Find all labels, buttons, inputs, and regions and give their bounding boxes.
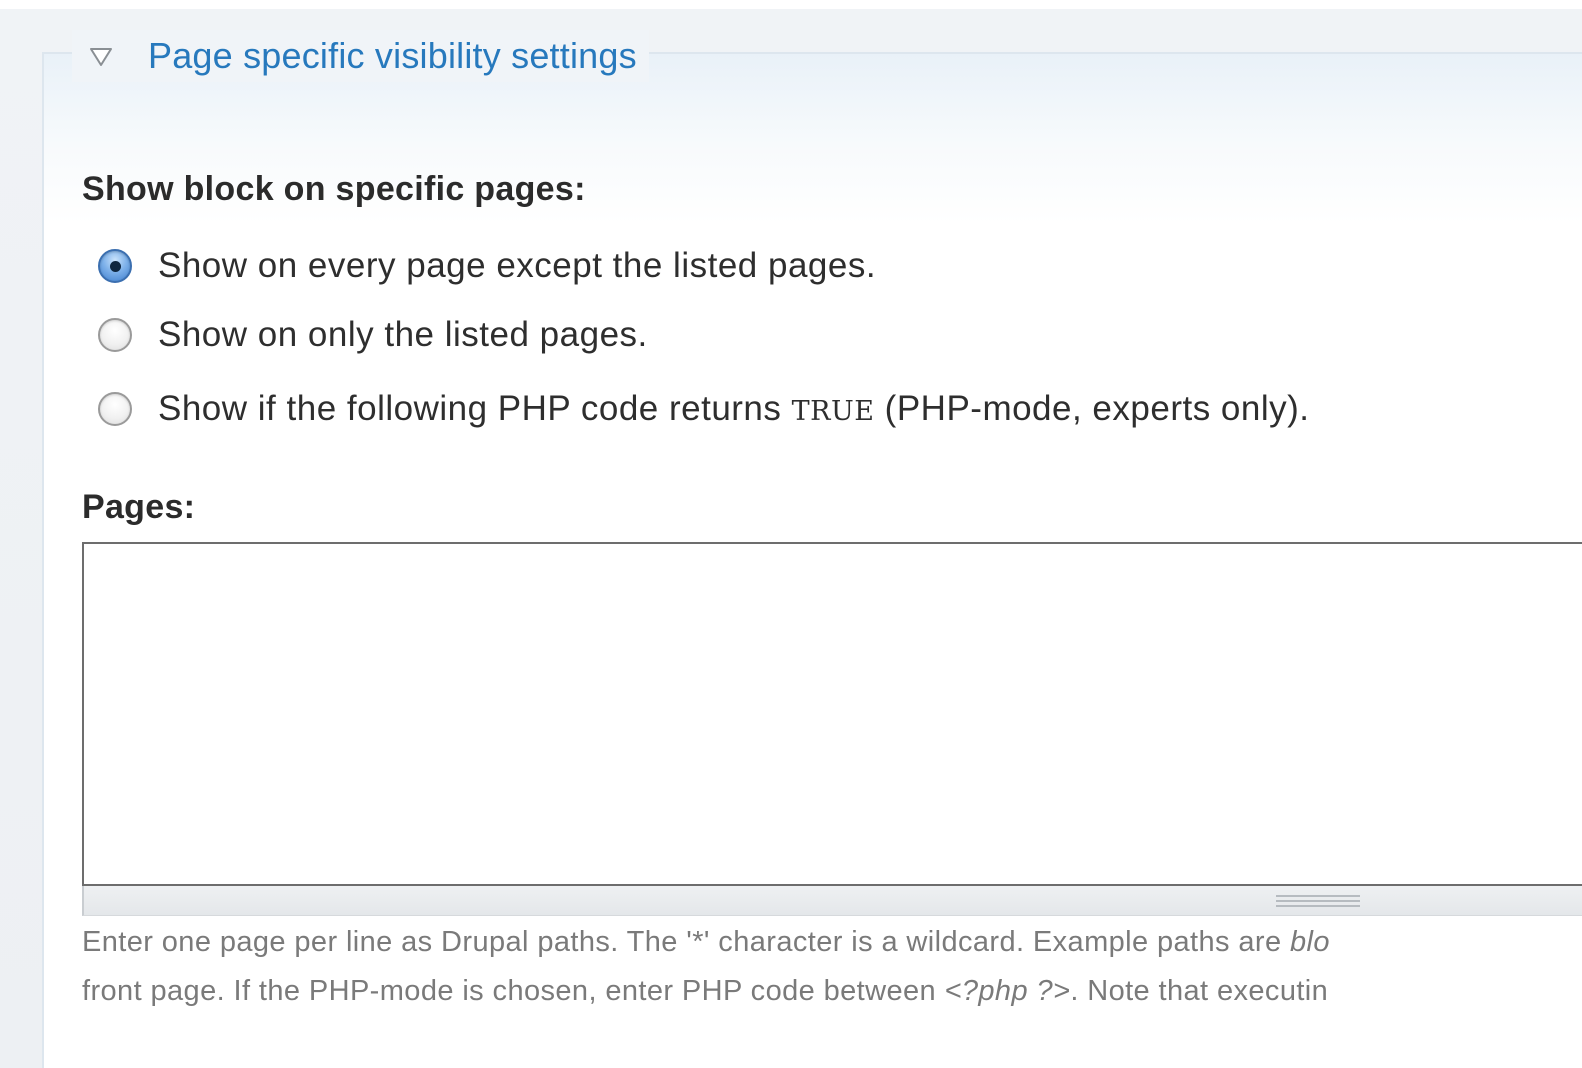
radio-label-before: Show if the following PHP code returns [158, 389, 792, 428]
radio-option-only-listed[interactable]: Show on only the listed pages. [98, 315, 648, 355]
resize-handle[interactable] [82, 886, 1582, 916]
pages-textarea[interactable] [82, 542, 1582, 886]
fieldset-legend[interactable]: Page specific visibility settings [72, 30, 649, 82]
radio-label[interactable]: Show on only the listed pages. [158, 315, 648, 355]
triangle-down-icon[interactable] [86, 41, 116, 71]
pages-field [82, 542, 1582, 916]
grip-lines-icon[interactable] [1276, 895, 1360, 907]
radio-option-php-mode[interactable]: Show if the following PHP code returns T… [98, 389, 1310, 429]
page: Page specific visibility settings Show b… [0, 0, 1582, 1068]
description-line-2: front page. If the PHP-mode is chosen, e… [82, 967, 1582, 1016]
top-rule [0, 0, 1582, 9]
description-line-2-text: front page. If the PHP-mode is chosen, e… [82, 975, 945, 1007]
description-line-2-code: <?php ?> [944, 975, 1071, 1007]
radio-label[interactable]: Show on every page except the listed pag… [158, 246, 876, 286]
description-line-1: Enter one page per line as Drupal paths.… [82, 918, 1582, 967]
radio-button-selected[interactable] [98, 249, 132, 283]
pages-label: Pages: [82, 488, 196, 526]
radio-label[interactable]: Show if the following PHP code returns T… [158, 389, 1310, 429]
description-line-1-italic: blo [1289, 926, 1330, 958]
pages-description: Enter one page per line as Drupal paths.… [82, 918, 1582, 1016]
fieldset-legend-link[interactable]: Page specific visibility settings [148, 35, 637, 77]
radio-button[interactable] [98, 318, 132, 352]
description-line-2-after: . Note that executin [1070, 975, 1329, 1007]
code-true: TRUE [791, 396, 875, 427]
radio-label-after: (PHP-mode, experts only). [874, 389, 1310, 428]
radio-option-except-listed[interactable]: Show on every page except the listed pag… [98, 246, 876, 286]
description-line-1-text: Enter one page per line as Drupal paths.… [82, 926, 1290, 958]
radio-button[interactable] [98, 392, 132, 426]
show-block-heading: Show block on specific pages: [82, 170, 586, 208]
